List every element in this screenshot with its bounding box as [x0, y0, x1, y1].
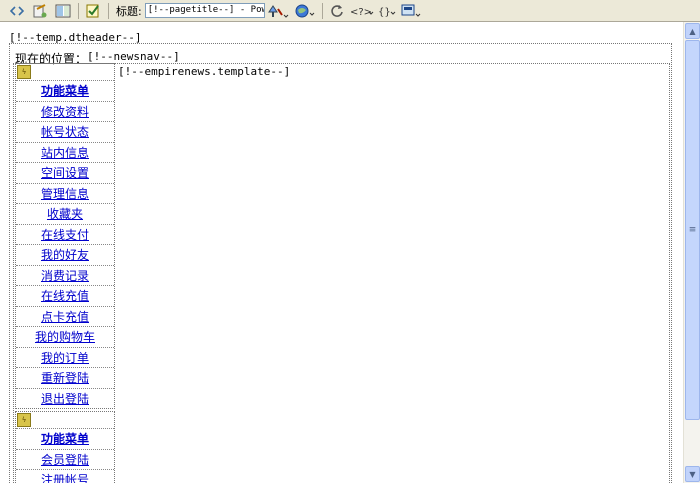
code-view-icon[interactable]: [6, 1, 28, 21]
vertical-scrollbar[interactable]: ▲ ≡ ▼: [683, 22, 700, 483]
menu-icon-row: ϟ: [16, 64, 114, 80]
scroll-thumb[interactable]: ≡: [685, 40, 700, 420]
editor-toolbar: 标题: [!--pagetitle--] - Powere <?> {}: [0, 0, 700, 22]
toolbar-separator: [108, 2, 109, 19]
toolbar-separator: [321, 2, 323, 19]
refresh-icon[interactable]: [326, 1, 348, 21]
scroll-down-arrow-icon[interactable]: ▼: [685, 466, 700, 482]
content-template-tag: [!--empirenews.template--]: [118, 65, 291, 78]
menu-item-relogin[interactable]: 重新登陆: [16, 367, 114, 388]
menu-item-friends[interactable]: 我的好友: [16, 244, 114, 265]
svg-text:{}: {}: [378, 7, 391, 18]
toolbar-separator: [78, 2, 79, 19]
menu-header[interactable]: 功能菜单: [16, 428, 114, 449]
menu-item-space-settings[interactable]: 空间设置: [16, 162, 114, 183]
svg-text:<?>: <?>: [350, 7, 372, 18]
menu-item-register[interactable]: 注册帐号: [16, 469, 114, 483]
menu-item-online-recharge[interactable]: 在线充值: [16, 285, 114, 306]
scroll-up-arrow-icon[interactable]: ▲: [685, 23, 700, 39]
menu-item-messages[interactable]: 站内信息: [16, 141, 114, 163]
menu-header[interactable]: 功能菜单: [16, 80, 114, 101]
split-view-icon[interactable]: [52, 1, 74, 21]
menu-item-shopping-cart[interactable]: 我的购物车: [16, 326, 114, 347]
check-page-icon[interactable]: [82, 1, 104, 21]
menu-item-spending-records[interactable]: 消费记录: [16, 264, 114, 286]
visual-aids-icon[interactable]: [399, 1, 423, 21]
file-manage-icon[interactable]: [265, 1, 291, 21]
menu-item-online-payment[interactable]: 在线支付: [16, 223, 114, 245]
menu-item-logout[interactable]: 退出登陆: [16, 387, 114, 409]
title-label: 标题:: [116, 4, 142, 18]
menu-item-card-recharge[interactable]: 点卡充值: [16, 305, 114, 327]
menu-item-manage-info[interactable]: 管理信息: [16, 182, 114, 204]
tag-insert-icon[interactable]: {}: [376, 1, 398, 21]
menu-item-edit-profile[interactable]: 修改资料: [16, 100, 114, 122]
menu-item-member-login[interactable]: 会员登陆: [16, 448, 114, 470]
menu-item-account-status[interactable]: 帐号状态: [16, 121, 114, 142]
menu-folder-icon: ϟ: [17, 413, 31, 427]
code-navigation-icon[interactable]: <?>: [349, 1, 375, 21]
preview-icon[interactable]: [292, 1, 318, 21]
menu-folder-icon: ϟ: [17, 65, 31, 79]
design-view-canvas[interactable]: [!--temp.dtheader--] 现在的位置： [!--newsnav-…: [0, 22, 683, 483]
page-title-input[interactable]: [!--pagetitle--] - Powere: [144, 3, 265, 18]
menu-item-favorites[interactable]: 收藏夹: [16, 203, 114, 224]
design-view-icon[interactable]: [29, 1, 51, 21]
menu-group-guest: ϟ 功能菜单 会员登陆 注册帐号: [15, 411, 115, 483]
menu-icon-row: ϟ: [16, 412, 114, 428]
menu-item-my-orders[interactable]: 我的订单: [16, 346, 114, 368]
menu-group-member: ϟ 功能菜单 修改资料 帐号状态 站内信息 空间设置 管理信息 收藏夹 在线支付…: [15, 63, 115, 409]
sidebar-menu: ϟ 功能菜单 修改资料 帐号状态 站内信息 空间设置 管理信息 收藏夹 在线支付…: [15, 63, 115, 483]
